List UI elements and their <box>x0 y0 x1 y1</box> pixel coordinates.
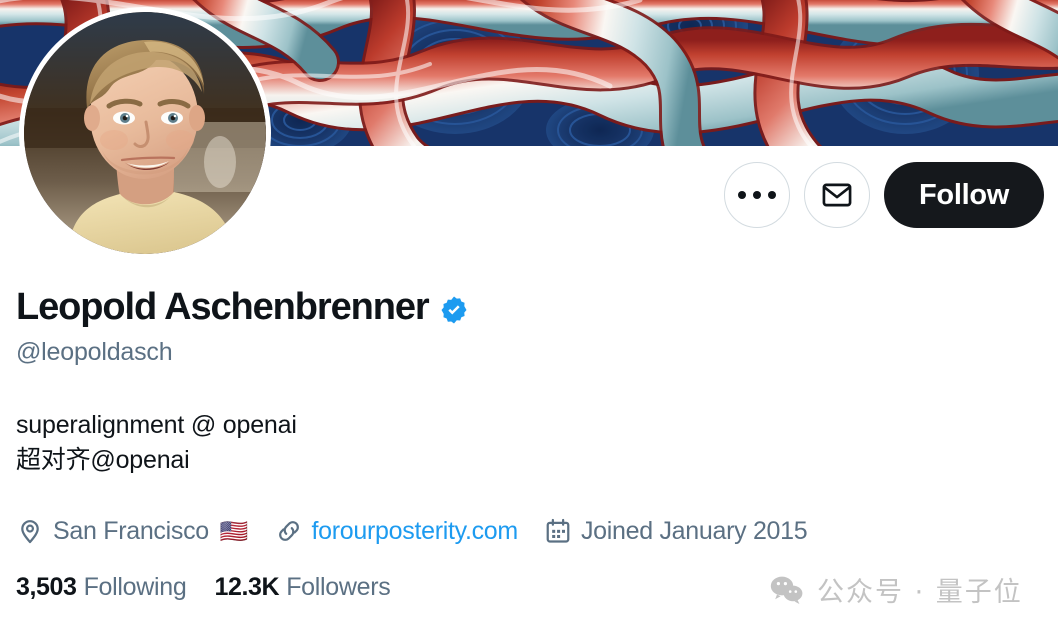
location-text: San Francisco <box>53 516 209 545</box>
wechat-icon <box>770 576 803 604</box>
avatar[interactable] <box>19 7 271 259</box>
country-flag-icon: 🇺🇸 <box>219 517 249 544</box>
calendar-icon <box>544 517 572 545</box>
followers-count: 12.3K <box>214 572 280 601</box>
website-link[interactable]: forourposterity.com <box>312 517 519 546</box>
link-icon <box>275 517 303 545</box>
wechat-watermark: 公众号 · 量子位 <box>770 570 1023 609</box>
profile-actions: Follow <box>724 161 1044 229</box>
following-label: Following <box>83 572 187 601</box>
followers-stat[interactable]: 12.3K Followers <box>214 573 390 602</box>
profile-handle: @leopoldasch <box>16 337 173 366</box>
avatar-portrait <box>24 12 266 254</box>
profile-metadata-row: San Francisco 🇺🇸 forourposterity.com Joi… <box>16 517 1016 546</box>
verified-check-icon <box>441 296 467 324</box>
bio-line-2: 超对齐@openai <box>16 446 190 475</box>
ellipsis-icon <box>738 191 776 199</box>
follow-button[interactable]: Follow <box>884 162 1044 228</box>
more-options-button[interactable] <box>724 162 790 228</box>
joined-date-text: Joined January 2015 <box>580 516 808 545</box>
following-count: 3,503 <box>16 572 77 601</box>
profile-bio: superalignment @ openai 超对齐@openai <box>16 408 1016 479</box>
location-item: San Francisco 🇺🇸 <box>16 517 249 546</box>
avatar-image[interactable] <box>24 12 266 254</box>
profile-info: Leopold Aschenbrenner @leopoldasch super… <box>16 286 1016 602</box>
joined-date-item: Joined January 2015 <box>544 516 808 546</box>
twitter-profile-page: Follow Leopold Aschenbrenner @leopoldasc… <box>0 0 1058 632</box>
followers-label: Followers <box>286 572 391 601</box>
envelope-icon <box>822 183 852 207</box>
location-pin-icon <box>16 517 44 545</box>
display-name-row: Leopold Aschenbrenner <box>16 286 1016 329</box>
following-stat[interactable]: 3,503 Following <box>16 572 187 602</box>
page-title: Leopold Aschenbrenner <box>16 286 430 328</box>
watermark-text: 公众号 · 量子位 <box>817 577 1023 608</box>
bio-line-1: superalignment @ openai <box>16 410 297 439</box>
website-item[interactable]: forourposterity.com <box>275 517 518 546</box>
verified-badge-icon <box>439 295 469 325</box>
message-button[interactable] <box>804 162 870 228</box>
